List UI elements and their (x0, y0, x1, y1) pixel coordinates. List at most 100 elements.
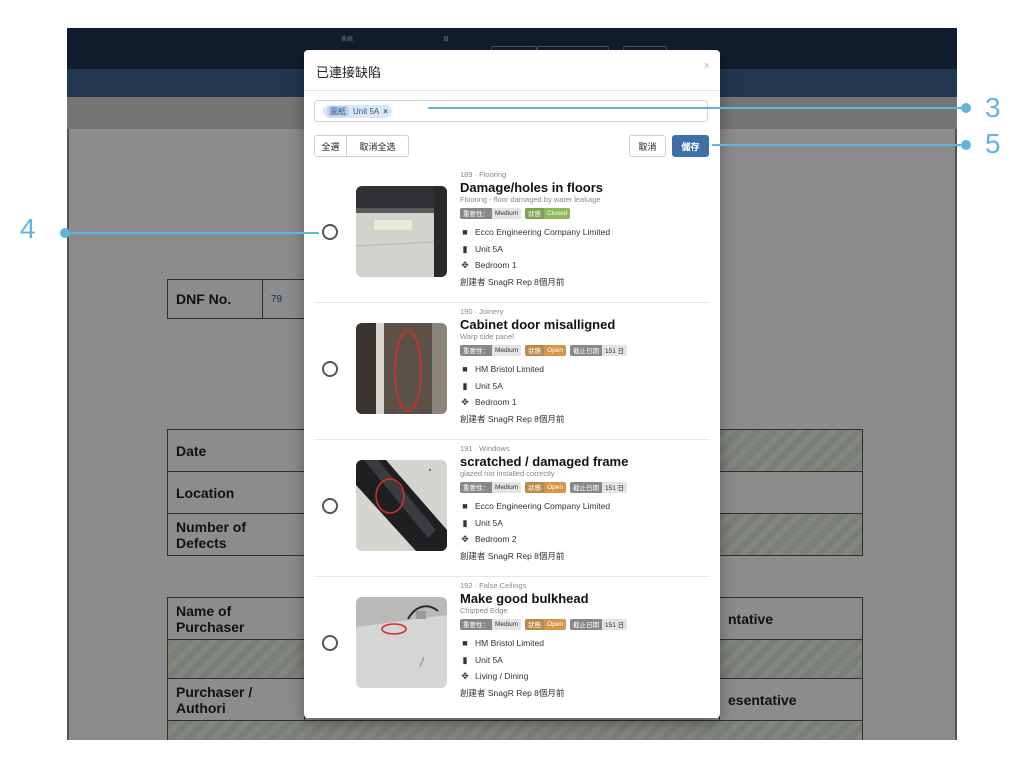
unit-name: Unit 5A (475, 654, 503, 665)
unit-name: Unit 5A (475, 517, 503, 528)
status-badge: 狀態 Closed (525, 207, 571, 219)
window-frame-photo-image (356, 460, 447, 551)
briefcase-icon: ■ (462, 227, 468, 237)
badge-row: 重要性： Medium 狀態 Open 截止日期 151 日 (460, 343, 710, 357)
deselect-all-button[interactable]: 取消全选 (346, 135, 409, 157)
list-item: 189 · Flooring Damage/holes in floors Fl… (314, 166, 710, 303)
filter-tag-type: 圖紙 (327, 106, 349, 117)
room-row: ✥ Bedroom 2 (460, 531, 710, 548)
severity-badge: 重要性： Medium (460, 344, 522, 356)
callout-number-3: 3 (985, 92, 1001, 123)
badge-key: 狀態 (525, 344, 545, 356)
defect-photo[interactable] (356, 460, 447, 551)
badge-value: 151 日 (602, 481, 628, 493)
defect-description: Flooring - floor damaged by water leakag… (460, 195, 601, 204)
badge-key: 截止日期 (570, 481, 603, 493)
defect-description: glazed not installed correctly (460, 469, 555, 478)
severity-badge: 重要性： Medium (460, 618, 522, 630)
badge-value: 151 日 (602, 344, 628, 356)
room-name: Living / Dining (475, 671, 529, 681)
company-name: HM Bristol Limited (475, 364, 544, 374)
select-radio[interactable] (322, 224, 338, 240)
crosshair-icon: ✥ (461, 671, 469, 681)
list-item: 192 · False Ceilings Make good bulkhead … (314, 577, 710, 713)
defect-photo[interactable] (356, 323, 447, 414)
defect-meta: 192 · False Ceilings Make good bulkhead … (460, 581, 710, 701)
room-name: Bedroom 2 (475, 534, 517, 544)
defect-title[interactable]: Cabinet door misalligned (460, 317, 710, 332)
company-name: HM Bristol Limited (475, 638, 544, 648)
crosshair-icon: ✥ (461, 260, 469, 270)
modal-title: 已連接缺陷 (316, 65, 382, 80)
select-radio[interactable] (322, 498, 338, 514)
defect-photo[interactable] (356, 597, 447, 688)
badge-key: 狀態 (525, 618, 545, 630)
defect-title[interactable]: Make good bulkhead (460, 591, 710, 606)
badge-key: 重要性： (460, 618, 492, 630)
close-icon[interactable]: × (704, 60, 710, 72)
defect-title[interactable]: scratched / damaged frame (460, 454, 710, 469)
badge-row: 重要性： Medium 狀態 Open 截止日期 151 日 (460, 480, 710, 494)
creator-row: 創建者 SnagR Rep 8個月前 (460, 685, 710, 702)
room-row: ✥ Living / Dining (460, 668, 710, 685)
room-row: ✥ Bedroom 1 (460, 394, 710, 411)
map-icon: ▮ (462, 517, 468, 528)
floor-photo-image (356, 186, 447, 277)
save-button[interactable]: 儲存 (672, 135, 709, 157)
cancel-button[interactable]: 取消 (629, 135, 666, 157)
modal-header: 已連接缺陷 × (304, 50, 720, 91)
room-row: ✥ Bedroom 1 (460, 257, 710, 274)
map-icon: ▮ (462, 380, 468, 391)
defect-title[interactable]: Damage/holes in floors (460, 180, 710, 195)
map-icon: ▮ (462, 654, 468, 665)
select-radio[interactable] (322, 635, 338, 651)
room-name: Bedroom 1 (475, 260, 517, 270)
badge-key: 截止日期 (570, 344, 603, 356)
severity-badge: 重要性： Medium (460, 207, 522, 219)
briefcase-icon: ■ (462, 638, 468, 648)
defect-code: 189 · Flooring (460, 170, 507, 179)
defect-meta: 191 · Windows scratched / damaged frame … (460, 444, 710, 564)
map-icon: ▮ (462, 243, 468, 254)
creator-row: 創建者 SnagR Rep 8個月前 (460, 274, 710, 291)
briefcase-icon: ■ (462, 501, 468, 511)
list-item: 191 · Windows scratched / damaged frame … (314, 440, 710, 577)
unit-row: ▮ Unit 5A (460, 378, 710, 395)
callout-line-3 (428, 107, 966, 109)
badge-value: Closed (544, 207, 571, 219)
badge-row: 重要性： Medium 狀態 Closed (460, 206, 710, 220)
crosshair-icon: ✥ (461, 534, 469, 544)
badge-value: Open (544, 481, 567, 493)
defect-description: Chipped Edge (460, 606, 508, 615)
badge-value: Open (544, 618, 567, 630)
defect-meta: 189 · Flooring Damage/holes in floors Fl… (460, 170, 710, 290)
unit-row: ▮ Unit 5A (460, 652, 710, 669)
linked-defects-modal: 已連接缺陷 × 圖紙 Unit 5A × 全選 取消全选 取消 儲存 189 ·… (304, 50, 720, 718)
creator-text: 創建者 SnagR Rep 8個月前 (460, 413, 565, 424)
callout-number-5: 5 (985, 128, 1001, 159)
status-badge: 狀態 Open (525, 481, 567, 493)
filter-tag-input[interactable]: 圖紙 Unit 5A × (314, 100, 708, 122)
badge-key: 重要性： (460, 344, 492, 356)
callout-dot-5 (961, 140, 971, 150)
unit-row: ▮ Unit 5A (460, 515, 710, 532)
due-badge: 截止日期 151 日 (570, 618, 628, 630)
badge-value: Open (544, 344, 567, 356)
badge-value: 151 日 (602, 618, 628, 630)
defect-code: 191 · Windows (460, 444, 510, 453)
list-item: 190 · Joinery Cabinet door misalligned W… (314, 303, 710, 440)
select-radio[interactable] (322, 361, 338, 377)
creator-row: 創建者 SnagR Rep 8個月前 (460, 548, 710, 565)
badge-key: 狀態 (525, 481, 545, 493)
unit-name: Unit 5A (475, 243, 503, 254)
defect-code: 192 · False Ceilings (460, 581, 527, 590)
defect-photo[interactable] (356, 186, 447, 277)
callout-dot-3 (961, 103, 971, 113)
select-all-button[interactable]: 全選 (314, 135, 347, 157)
callout-number-4: 4 (20, 213, 36, 244)
filter-tag: 圖紙 Unit 5A × (323, 105, 392, 118)
badge-key: 截止日期 (570, 618, 603, 630)
severity-badge: 重要性： Medium (460, 481, 522, 493)
company-row: ■ Ecco Engineering Company Limited (460, 498, 710, 515)
remove-tag-icon[interactable]: × (383, 107, 388, 116)
